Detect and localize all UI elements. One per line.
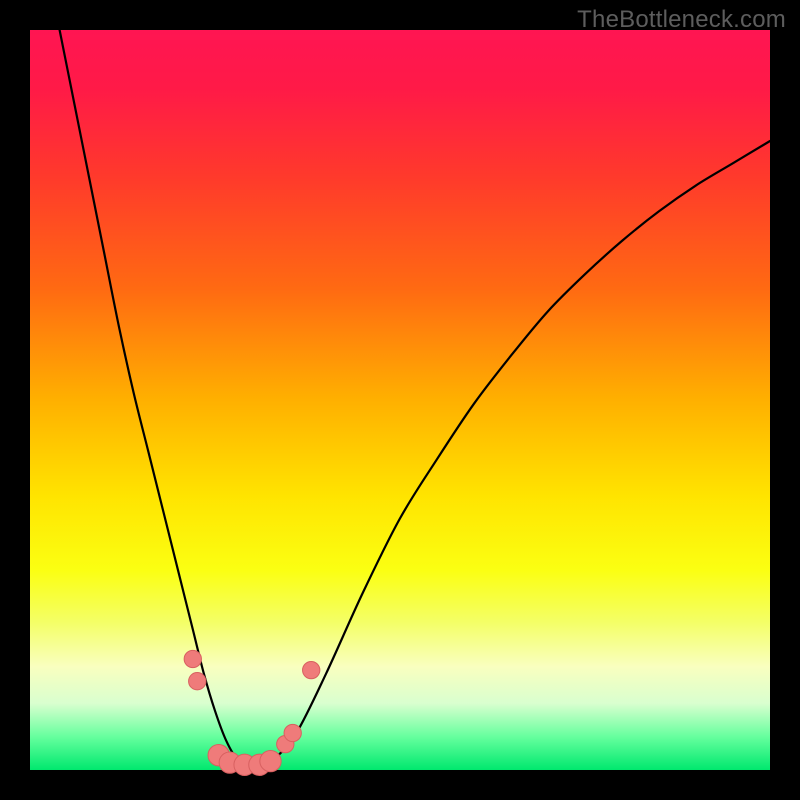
data-marker bbox=[284, 724, 301, 741]
chart-frame: TheBottleneck.com bbox=[0, 0, 800, 800]
bottleneck-chart bbox=[0, 0, 800, 800]
plot-background bbox=[30, 30, 770, 770]
data-marker bbox=[184, 650, 201, 667]
data-marker bbox=[189, 673, 206, 690]
data-marker bbox=[260, 750, 281, 771]
watermark-text: TheBottleneck.com bbox=[577, 6, 786, 34]
data-marker bbox=[303, 661, 320, 678]
